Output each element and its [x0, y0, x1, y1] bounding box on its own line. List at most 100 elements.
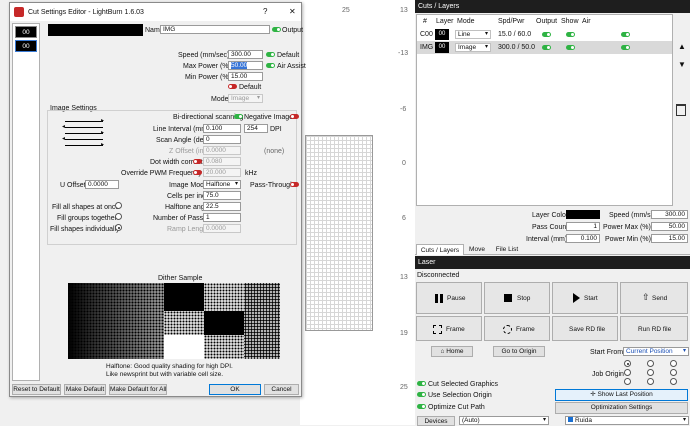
fill-individually-radio[interactable] [115, 224, 122, 231]
job-origin-radio[interactable] [670, 378, 677, 385]
z-offset-input[interactable]: 0.0000 [203, 146, 241, 155]
go-to-origin-button[interactable]: Go to Origin [493, 346, 545, 357]
delete-layer-icon[interactable] [676, 104, 686, 116]
min-power-label: Min Power (%) [185, 74, 231, 81]
speed-mm-input[interactable]: 300.00 [651, 210, 688, 219]
bidir-toggle[interactable] [234, 114, 243, 119]
row-air-toggle[interactable] [621, 45, 630, 50]
u-offset-input[interactable]: 0.0000 [85, 180, 119, 189]
ok-button[interactable]: OK [209, 384, 261, 395]
passes-input[interactable]: 1 [203, 213, 241, 222]
ruler-side-number: 13 [400, 274, 408, 281]
port-select[interactable]: (Auto) [459, 416, 549, 425]
cancel-button[interactable]: Cancel [264, 384, 299, 395]
power-max-input[interactable]: 50.00 [651, 222, 688, 231]
job-origin-radio[interactable] [647, 360, 654, 367]
frame-round-button[interactable]: Frame [484, 316, 550, 341]
help-button[interactable]: ? [263, 8, 267, 16]
run-rd-button[interactable]: Run RD file [620, 316, 688, 341]
make-default-button[interactable]: Make Default [64, 384, 106, 395]
stop-button[interactable]: Stop [484, 282, 550, 314]
row-air-toggle[interactable] [621, 32, 630, 37]
dot-width-toggle[interactable] [193, 159, 202, 164]
interval-input[interactable]: 0.100 [566, 234, 600, 243]
home-button[interactable]: ⌂ Home [431, 346, 473, 357]
job-origin-radio[interactable] [624, 378, 631, 385]
row-output-toggle[interactable] [542, 32, 551, 37]
layer-list-item[interactable]: 00 [15, 26, 37, 38]
start-button[interactable]: Start [552, 282, 618, 314]
cut-selected-toggle[interactable] [417, 381, 426, 386]
fill-all-radio[interactable] [115, 202, 122, 209]
row-mode-select[interactable]: Line [455, 30, 491, 39]
show-last-position-button[interactable]: ✛ Show Last Position [555, 389, 688, 401]
ramp-length-input[interactable]: 0.0000 [203, 224, 241, 233]
move-down-icon[interactable]: ▼ [677, 60, 687, 70]
frame-button[interactable]: Frame [416, 316, 482, 341]
power-default-toggle[interactable] [228, 84, 237, 89]
pause-button[interactable]: Pause [416, 282, 482, 314]
col-header: Show [561, 18, 579, 25]
job-origin-radio[interactable] [647, 378, 654, 385]
dot-width-input[interactable]: 0.080 [203, 157, 241, 166]
min-power-input[interactable]: 15.00 [228, 72, 263, 81]
row-show-toggle[interactable] [566, 45, 575, 50]
pwm-toggle[interactable] [193, 170, 202, 175]
image-mode-select[interactable]: Halftone [203, 180, 241, 189]
speed-default-toggle[interactable] [266, 52, 275, 57]
halftone-angle-input[interactable]: 22.5 [203, 202, 241, 211]
name-input[interactable]: IMG [160, 25, 270, 34]
job-origin-radio[interactable] [624, 360, 631, 367]
tab-move[interactable]: Move [464, 244, 490, 255]
job-origin-radio[interactable] [670, 360, 677, 367]
move-up-icon[interactable]: ▲ [677, 42, 687, 52]
row-spdpwr: 300.0 / 50.0 [498, 44, 535, 51]
power-min-input[interactable]: 15.00 [651, 234, 688, 243]
ruler-top-number: 13 [400, 7, 408, 14]
close-button[interactable]: ✕ [289, 8, 296, 16]
row-num: IMG [420, 44, 434, 51]
speed-input[interactable]: 300.00 [228, 50, 263, 59]
tab-cuts-layers[interactable]: Cuts / Layers [416, 244, 464, 255]
row-output-toggle[interactable] [542, 45, 551, 50]
mode-select[interactable]: Image [228, 94, 263, 103]
pwm-input[interactable]: 20.000 [203, 168, 241, 177]
optimization-settings-button[interactable]: Optimization Settings [555, 402, 688, 414]
pass-through-toggle[interactable] [290, 182, 299, 187]
pass-count-input[interactable]: 1 [566, 222, 600, 231]
output-toggle[interactable] [272, 27, 281, 32]
job-origin-radio[interactable] [624, 369, 631, 376]
line-interval-input[interactable]: 0.100 [203, 124, 241, 133]
scan-angle-input[interactable]: 0 [203, 135, 241, 144]
layer-list-item-label: 00 [22, 29, 30, 36]
job-origin-label: Job Origin [592, 371, 624, 378]
fill-groups-radio[interactable] [115, 213, 122, 220]
negative-image-toggle[interactable] [290, 114, 299, 119]
start-from-select[interactable]: Current Position [623, 347, 689, 356]
power-default-label: Default [239, 84, 262, 91]
max-power-input[interactable]: 50.00 [228, 61, 263, 70]
make-default-for-all-button[interactable]: Make Default for All [109, 384, 167, 395]
use-selection-toggle[interactable] [417, 392, 426, 397]
optimize-cut-toggle[interactable] [417, 404, 426, 409]
layer-color-box[interactable] [566, 210, 600, 219]
job-origin-radio[interactable] [670, 369, 677, 376]
reset-to-default-button[interactable]: Reset to Default [12, 384, 61, 395]
layer-color-swatch[interactable] [48, 24, 143, 36]
row-mode-select[interactable]: Image [455, 43, 491, 52]
job-origin-radio[interactable] [647, 369, 654, 376]
table-row[interactable]: IMG 00 Image 300.0 / 50.0 [417, 41, 672, 54]
send-button[interactable]: ⇧ Send [620, 282, 688, 314]
power-min-label: Power Min (%) [605, 236, 651, 243]
row-layer-swatch: 00 [435, 29, 449, 40]
layer-list-item[interactable]: 00 [15, 40, 37, 52]
table-row[interactable]: C00 00 Line 15.0 / 60.0 [417, 28, 672, 41]
tab-file-list[interactable]: File List [490, 244, 524, 255]
cells-per-inch-input[interactable]: 75.0 [203, 191, 241, 200]
air-assist-toggle[interactable] [266, 63, 275, 68]
save-rd-button[interactable]: Save RD file [552, 316, 618, 341]
device-select[interactable]: Ruida [565, 416, 689, 425]
row-show-toggle[interactable] [566, 32, 575, 37]
dpi-input[interactable]: 254 [244, 124, 268, 133]
mode-label: Mode [211, 96, 229, 103]
